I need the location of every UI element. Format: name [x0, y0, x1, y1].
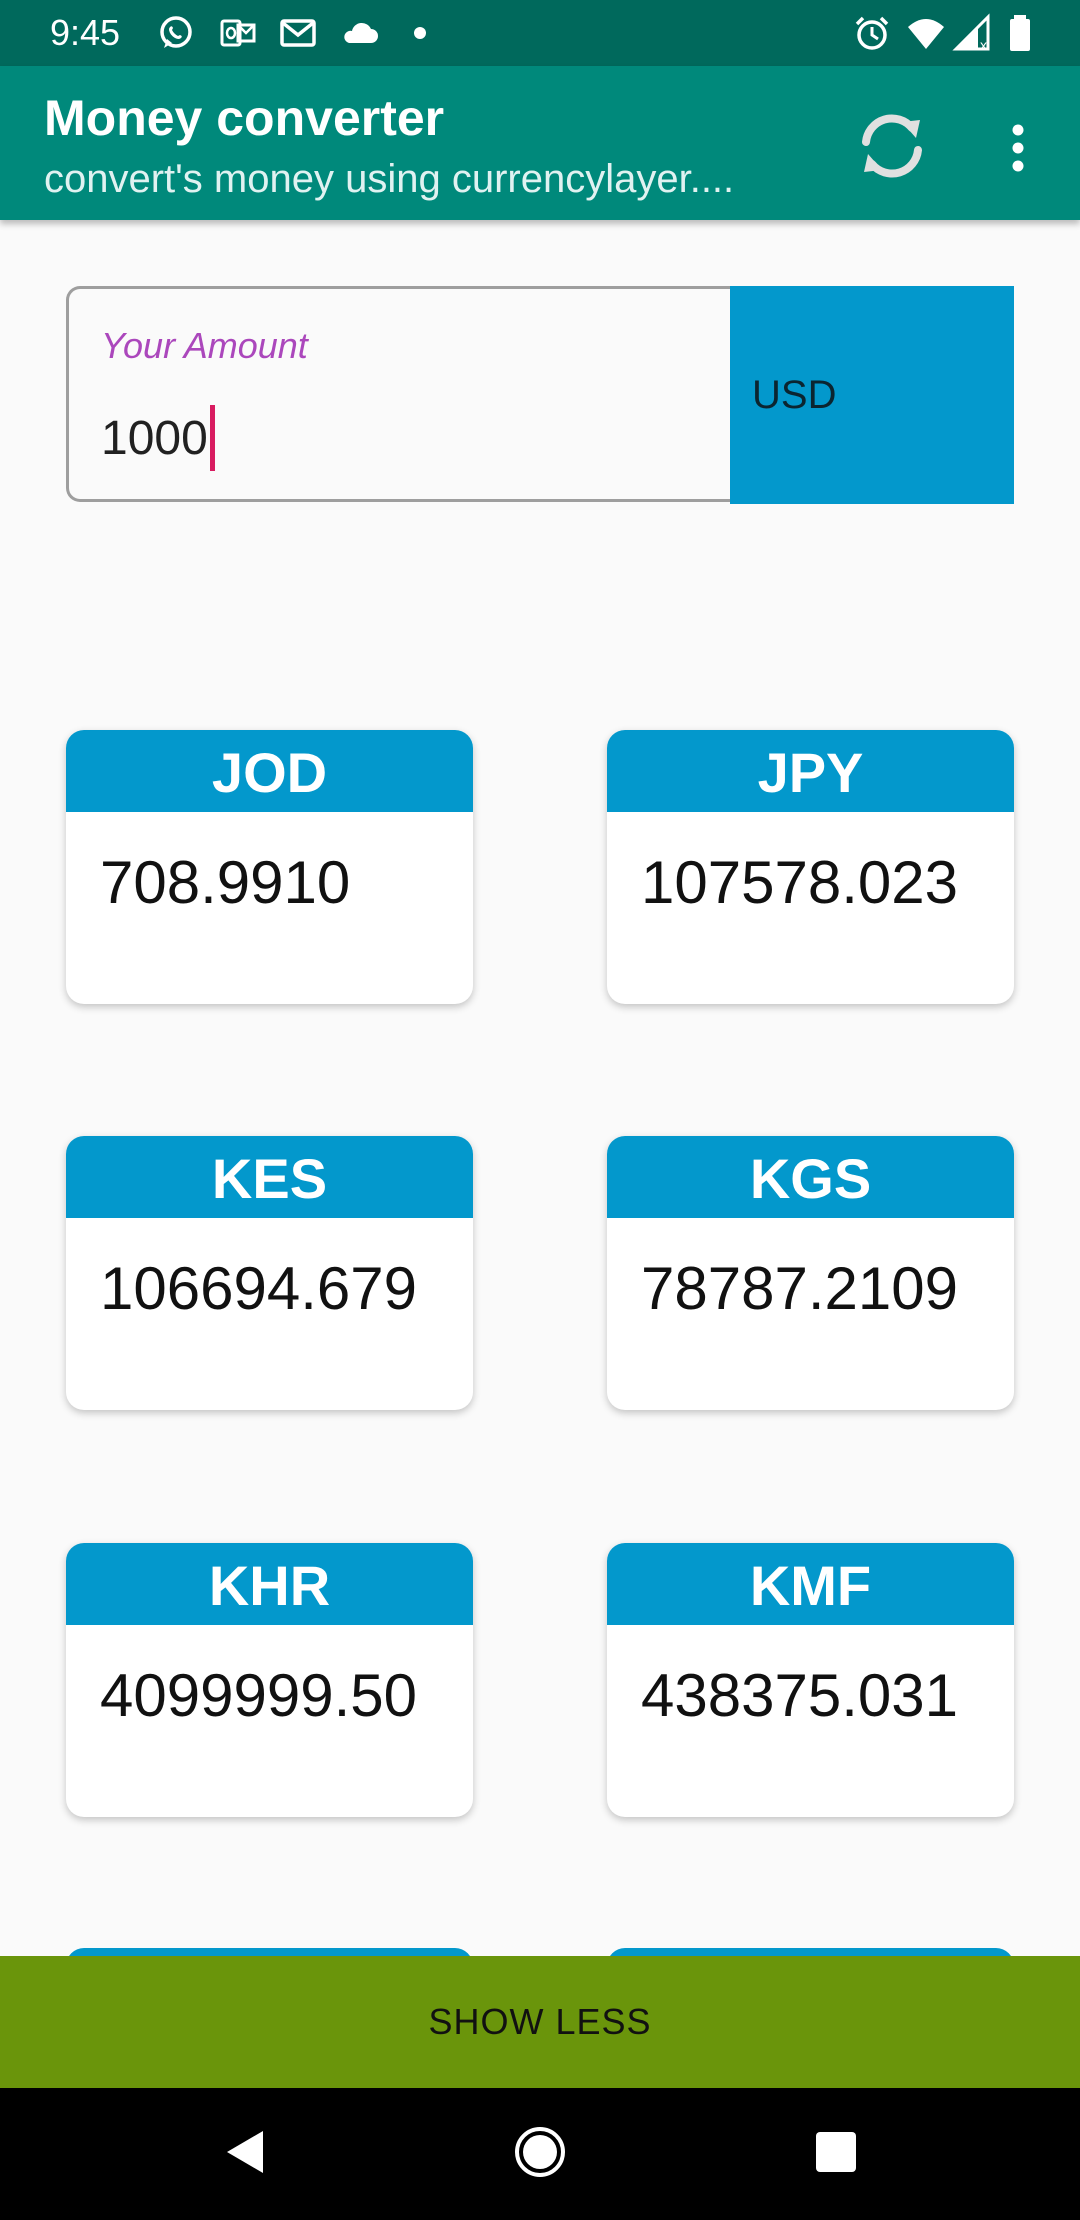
- refresh-icon: [854, 108, 930, 189]
- outlook-icon: [218, 13, 258, 53]
- currency-value: 708.9910: [100, 849, 351, 916]
- signal-icon: x: [952, 13, 992, 53]
- app-bar: Money converter convert's money using cu…: [0, 66, 1080, 220]
- alarm-icon: [852, 13, 892, 53]
- navigation-bar: [0, 2088, 1080, 2220]
- currency-value: 438375.031: [641, 1662, 958, 1729]
- currency-code: KHR: [66, 1543, 473, 1625]
- wifi-icon: [906, 13, 946, 53]
- currency-value: 78787.2109: [641, 1255, 958, 1322]
- amount-label: Your Amount: [101, 325, 308, 366]
- app-subtitle: convert's money using currencylayer....: [44, 157, 735, 201]
- cloud-icon: [340, 13, 380, 53]
- currency-card-kgs[interactable]: KGS 78787.2109: [607, 1136, 1014, 1410]
- amount-input[interactable]: Your Amount 1000: [66, 286, 730, 502]
- show-less-button[interactable]: SHOW LESS: [0, 1956, 1080, 2088]
- recents-button[interactable]: [800, 2118, 872, 2190]
- text-cursor: [209, 405, 215, 471]
- amount-value-text: 1000: [101, 411, 208, 465]
- currency-code: JOD: [66, 730, 473, 812]
- svg-text:x: x: [980, 37, 987, 53]
- currency-code: KES: [66, 1136, 473, 1218]
- back-button[interactable]: [208, 2118, 280, 2190]
- more-vert-icon: [1008, 122, 1028, 179]
- notification-dot-icon: [400, 13, 440, 53]
- back-icon: [219, 2127, 269, 2182]
- home-button[interactable]: [504, 2118, 576, 2190]
- status-bar: 9:45 x: [0, 0, 1080, 66]
- home-icon: [512, 2124, 568, 2185]
- currency-code: JPY: [607, 730, 1014, 812]
- currency-value: 4099999.50: [100, 1662, 417, 1729]
- currency-code: KGS: [607, 1136, 1014, 1218]
- currency-value: 106694.679: [100, 1255, 417, 1322]
- status-time: 9:45: [50, 12, 121, 53]
- more-options-button[interactable]: [990, 110, 1046, 190]
- refresh-button[interactable]: [848, 104, 936, 192]
- currency-card-khr[interactable]: KHR 4099999.50: [66, 1543, 473, 1817]
- screen: 9:45 x Money converter convert's money u…: [0, 0, 1080, 2220]
- recents-icon: [814, 2130, 858, 2179]
- whatsapp-icon: [156, 13, 196, 53]
- currency-card-kmf[interactable]: KMF 438375.031: [607, 1543, 1014, 1817]
- currency-card-jpy[interactable]: JPY 107578.023: [607, 730, 1014, 1004]
- battery-icon: [1000, 13, 1040, 53]
- currency-value: 107578.023: [641, 849, 958, 916]
- gmail-icon: [278, 13, 318, 53]
- base-currency-select[interactable]: USD: [730, 286, 1014, 504]
- currency-card-kes[interactable]: KES 106694.679: [66, 1136, 473, 1410]
- currency-code: KMF: [607, 1543, 1014, 1625]
- currency-card-jod[interactable]: JOD 708.9910: [66, 730, 473, 1004]
- app-title: Money converter: [44, 90, 445, 146]
- amount-value[interactable]: 1000: [101, 405, 215, 471]
